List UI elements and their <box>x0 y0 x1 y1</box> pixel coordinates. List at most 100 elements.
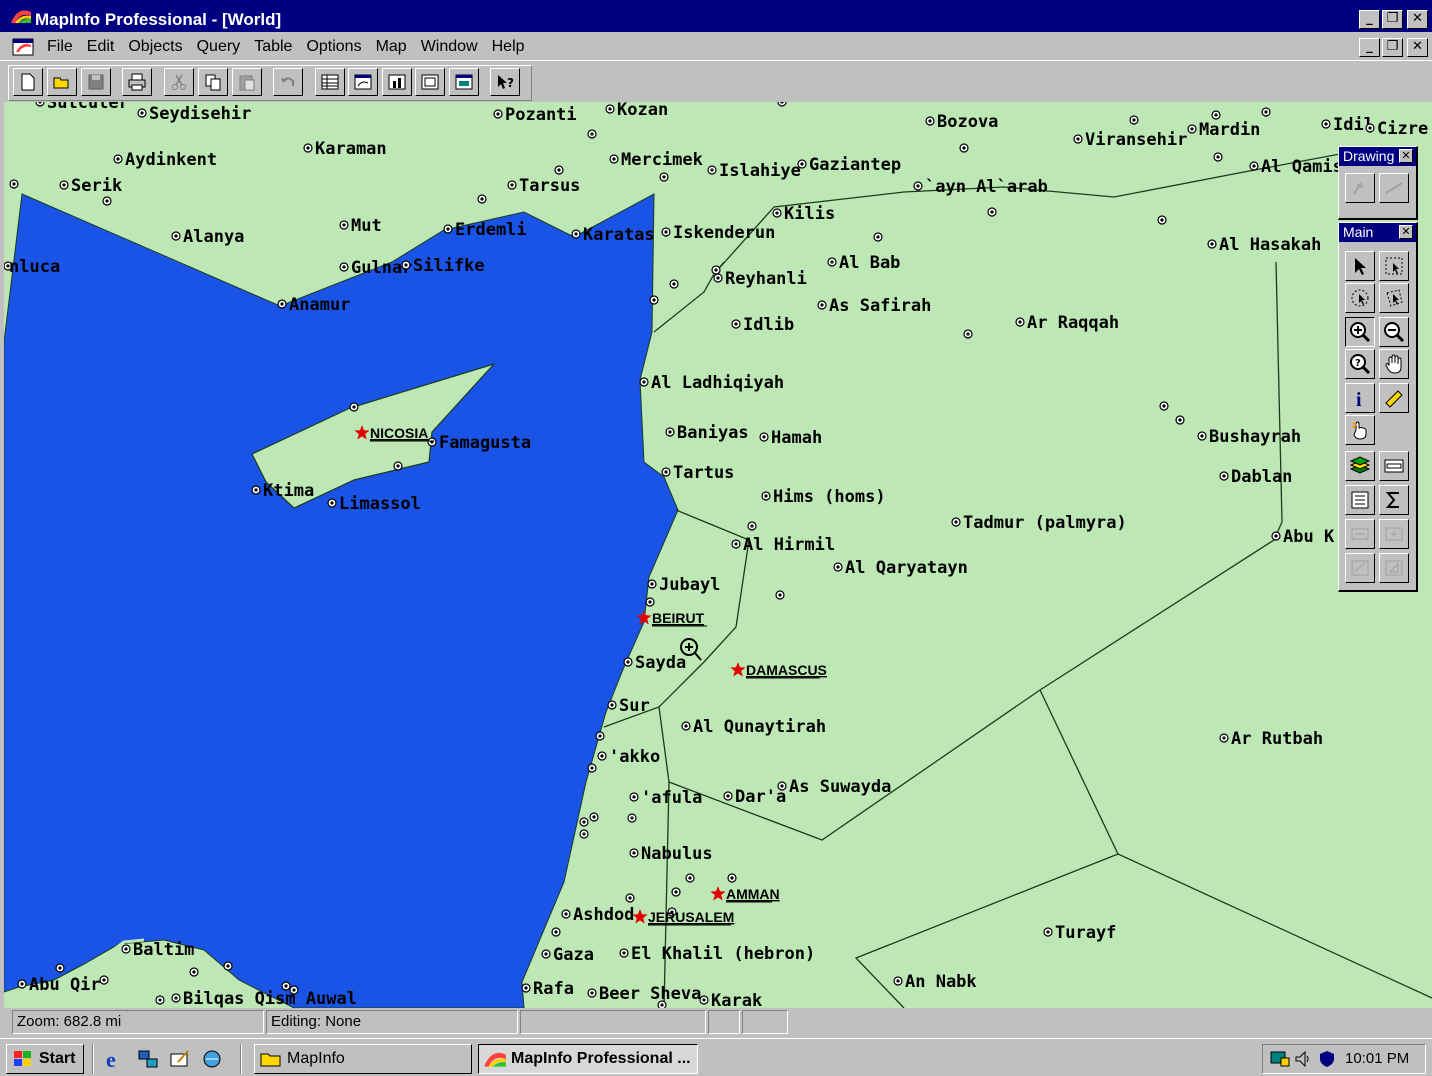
doc-minimize-button[interactable]: _ <box>1359 38 1380 57</box>
change-view-icon: ? <box>1350 354 1371 375</box>
taskbar-mapinfo-folder-button[interactable]: MapInfo <box>254 1044 472 1074</box>
show-statusbar-button[interactable] <box>1379 451 1409 481</box>
new-redistrict-button[interactable] <box>449 68 479 96</box>
open-button[interactable] <box>47 68 77 96</box>
drawing-palette[interactable]: Drawing ✕ <box>1338 146 1418 220</box>
city-marker-center <box>928 119 932 123</box>
standard-toolbar: ? <box>0 60 1432 102</box>
zoom-out-icon <box>1384 322 1405 343</box>
grabber-button[interactable] <box>1379 349 1409 379</box>
menu-objects[interactable]: Objects <box>121 38 189 56</box>
legend-button[interactable] <box>1345 485 1375 515</box>
info-tool-button[interactable]: i <box>1345 383 1375 413</box>
zoom-out-button[interactable] <box>1379 317 1409 347</box>
save-button[interactable] <box>81 68 111 96</box>
new-layout-button[interactable] <box>415 68 445 96</box>
doc-restore-button[interactable]: ❐ <box>1382 38 1403 57</box>
display-settings-icon[interactable] <box>1269 1049 1291 1069</box>
restore-button[interactable]: ❐ <box>1382 10 1403 29</box>
drawing-palette-close-button[interactable]: ✕ <box>1399 149 1413 163</box>
document-icon[interactable] <box>12 37 36 57</box>
zoom-in-button[interactable] <box>1345 317 1375 347</box>
taskbar-mapinfo-app-button[interactable]: MapInfo Professional ... <box>478 1044 698 1074</box>
statistics-button[interactable] <box>1379 485 1409 515</box>
start-button[interactable]: Start <box>6 1044 84 1074</box>
ruler-tool-button[interactable] <box>1379 383 1409 413</box>
city-marker-center <box>116 157 120 161</box>
menu-help[interactable]: Help <box>485 38 532 56</box>
outlook-express-icon[interactable] <box>168 1048 192 1070</box>
unlabeled-city-marker-center <box>652 298 656 302</box>
unlabeled-city-marker-center <box>226 964 230 968</box>
new-browser-button[interactable] <box>315 68 345 96</box>
minimize-button[interactable]: _ <box>1359 10 1380 29</box>
set-target-button[interactable] <box>1379 553 1409 583</box>
clip-region-button[interactable] <box>1345 553 1375 583</box>
city-marker-center <box>762 435 766 439</box>
label-tool-button[interactable] <box>1345 519 1375 549</box>
menu-options[interactable]: Options <box>299 38 368 56</box>
label-tool-icon <box>1351 528 1369 540</box>
city-label: Tarsus <box>519 176 580 196</box>
city-label: 'afula <box>641 788 702 808</box>
city-marker-center <box>564 912 568 916</box>
capital-star-icon[interactable] <box>710 886 726 901</box>
city-label: Silifke <box>413 256 485 276</box>
taskbar-clock: 10:01 PM <box>1345 1050 1410 1067</box>
line-tool-button[interactable] <box>1379 173 1409 203</box>
unlabeled-city-marker-center <box>688 876 692 880</box>
shield-icon[interactable] <box>1317 1049 1337 1069</box>
cut-button[interactable] <box>164 68 194 96</box>
unlabeled-city-marker-center <box>1264 110 1268 114</box>
copy-button[interactable] <box>198 68 228 96</box>
new-grapher-button[interactable] <box>382 68 412 96</box>
symbol-tool-button[interactable] <box>1345 173 1375 203</box>
new-button[interactable] <box>13 68 43 96</box>
marquee-select-button[interactable] <box>1379 251 1409 281</box>
drag-window-button[interactable] <box>1379 519 1409 549</box>
layer-control-button[interactable] <box>1345 451 1375 481</box>
channels-icon[interactable] <box>200 1048 224 1070</box>
new-mapper-button[interactable] <box>348 68 378 96</box>
new-layout-icon <box>421 74 439 90</box>
main-palette[interactable]: Main ✕ ? i <box>1338 222 1418 592</box>
menu-file[interactable]: File <box>40 38 80 56</box>
map-canvas[interactable]: Sutculer Seydisehir Pozanti Kozan Bozova Mard… <box>4 102 1432 1008</box>
menu-map[interactable]: Map <box>369 38 414 56</box>
open-icon <box>53 77 69 89</box>
print-button[interactable] <box>122 68 152 96</box>
city-marker-center <box>1222 474 1226 478</box>
close-button[interactable]: ✕ <box>1407 10 1428 29</box>
unlabeled-city-marker-center <box>557 168 561 172</box>
city-marker-center <box>62 183 66 187</box>
select-tool-button[interactable] <box>1345 251 1375 281</box>
capital-star-icon[interactable] <box>632 909 648 924</box>
menu-window[interactable]: Window <box>414 38 485 56</box>
volume-icon[interactable] <box>1293 1049 1313 1069</box>
unlabeled-city-marker-center <box>672 282 676 286</box>
capital-star-icon[interactable] <box>730 662 746 677</box>
internet-explorer-icon[interactable]: e <box>104 1048 128 1070</box>
help-pointer-button[interactable]: ? <box>490 68 520 96</box>
menu-query[interactable]: Query <box>190 38 248 56</box>
main-palette-close-button[interactable]: ✕ <box>1399 225 1413 239</box>
capital-label: BEIRUT <box>652 610 705 626</box>
unlabeled-city-marker-center <box>284 984 288 988</box>
polygon-select-button[interactable] <box>1379 283 1409 313</box>
city-marker-center <box>608 107 612 111</box>
unlabeled-city-marker-center <box>158 998 162 1002</box>
change-view-button[interactable]: ? <box>1345 349 1375 379</box>
hotlink-tool-button[interactable] <box>1345 415 1375 445</box>
paste-button[interactable] <box>232 68 262 96</box>
unlabeled-city-marker-center <box>750 524 754 528</box>
map-window[interactable]: Sutculer Seydisehir Pozanti Kozan Bozova Mard… <box>0 102 1432 1008</box>
menu-edit[interactable]: Edit <box>80 38 122 56</box>
doc-close-button[interactable]: ✕ <box>1407 38 1428 57</box>
menu-table[interactable]: Table <box>247 38 299 56</box>
ruler-icon <box>1385 390 1403 408</box>
undo-button[interactable] <box>273 68 303 96</box>
radius-select-button[interactable] <box>1345 283 1375 313</box>
network-icon[interactable] <box>136 1048 160 1070</box>
print-icon <box>128 73 146 91</box>
city-label: Baltim <box>133 940 194 960</box>
